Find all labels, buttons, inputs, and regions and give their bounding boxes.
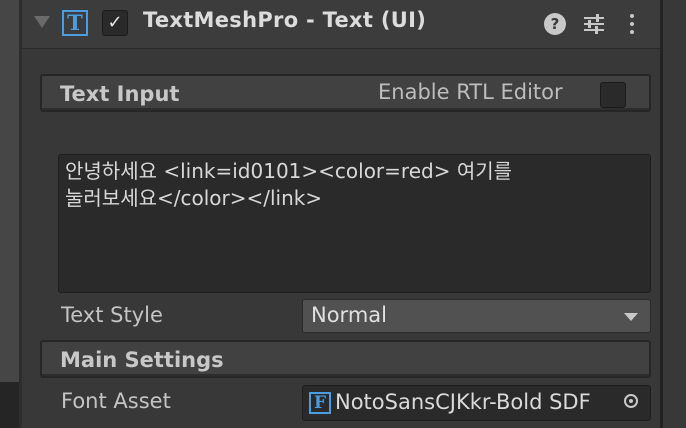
section-title-text-input: Text Input [60, 82, 180, 106]
rtl-editor-checkbox[interactable] [600, 82, 626, 108]
font-asset-label: Font Asset [61, 389, 171, 413]
text-style-dropdown[interactable]: Normal [302, 299, 651, 333]
hierarchy-edge-bottom [0, 382, 19, 428]
presets-icon[interactable] [582, 12, 606, 36]
font-asset-value: NotoSansCJKkr-Bold SDF [335, 390, 591, 414]
main-settings-section[interactable]: Main Settings [40, 340, 651, 378]
font-asset-field[interactable]: F NotoSansCJKkr-Bold SDF [302, 385, 651, 421]
section-title-main-settings: Main Settings [60, 348, 224, 372]
rtl-editor-label: Enable RTL Editor [378, 80, 563, 104]
text-style-value: Normal [311, 303, 387, 327]
hierarchy-edge [0, 0, 19, 382]
text-input-field[interactable]: 안녕하세요 <link=id0101><color=red> 여기를 눌러보세요… [58, 154, 651, 293]
object-picker-icon[interactable] [616, 386, 650, 420]
more-options-icon[interactable] [628, 12, 636, 36]
dropdown-arrow-icon [624, 313, 638, 321]
component-enabled-checkbox[interactable]: ✓ [102, 10, 128, 36]
help-icon[interactable]: ? [544, 13, 566, 35]
font-asset-icon: F [309, 392, 331, 414]
inspector-scrollbar-area[interactable] [660, 0, 686, 428]
text-style-label: Text Style [61, 303, 163, 327]
component-title: TextMeshPro - Text (UI) [143, 8, 427, 32]
component-header[interactable]: T ✓ TextMeshPro - Text (UI) ? [22, 0, 660, 49]
tmp-text-icon: T [62, 10, 88, 36]
text-input-section[interactable]: Text Input Enable RTL Editor [40, 74, 651, 112]
panel-divider[interactable] [19, 0, 22, 428]
foldout-arrow-icon[interactable] [34, 16, 50, 28]
